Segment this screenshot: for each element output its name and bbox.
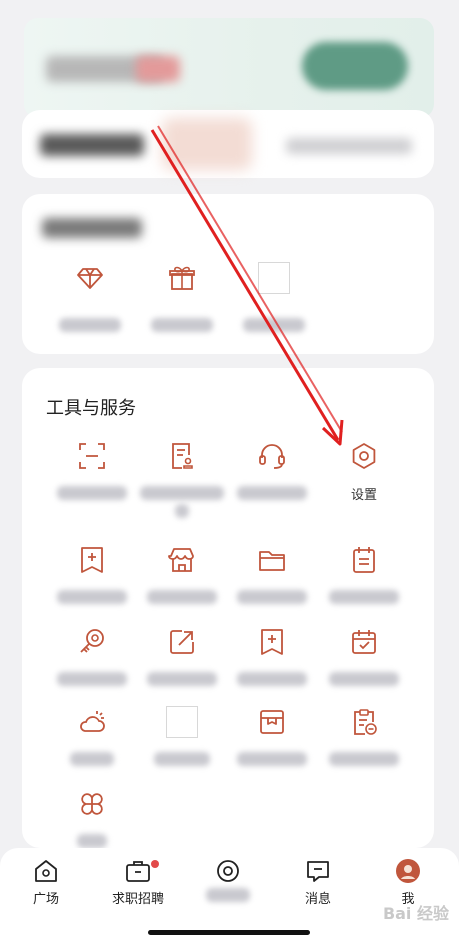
tool-item-scan[interactable] [46,440,138,500]
tool-item-weather[interactable] [46,706,138,766]
briefcase-icon [125,858,151,884]
tools-title: 工具与服务 [46,398,136,419]
benefit-item-diamond[interactable] [52,262,128,332]
resume-icon [166,440,198,472]
home-indicator[interactable] [148,930,310,935]
notification-dot [151,860,159,868]
tool-item-share[interactable] [136,626,228,686]
clipboard-minus-icon [348,706,380,738]
bookmark-add-icon [76,544,108,576]
promo-button[interactable] [302,42,408,90]
tab-messages[interactable]: 消息 [282,858,354,907]
image-placeholder-icon [166,706,198,738]
tab-messages-label: 消息 [304,892,331,907]
weather-icon [76,706,108,738]
message-icon [305,858,331,884]
account-card[interactable] [22,110,434,178]
tool-item-resume[interactable] [136,440,228,518]
tool-item-bookmark-add[interactable] [46,544,138,604]
tab-center-label-blurred [206,888,250,902]
store-icon [166,544,198,576]
tools-card: 工具与服务 设置 [22,368,434,848]
diamond-icon [74,262,106,294]
tool-item-more[interactable] [46,788,138,848]
bookmark-plus-icon [256,626,288,658]
tab-plaza[interactable]: 广场 [10,858,82,907]
folder-icon [256,544,288,576]
avatar-icon [395,858,421,884]
gift-icon [166,262,198,294]
watermark: Bai 经验 [382,904,449,923]
tool-item-key[interactable] [46,626,138,686]
home-icon [33,858,59,884]
tab-center[interactable] [192,858,264,902]
tool-item-notepad[interactable] [318,544,410,604]
box-icon [256,706,288,738]
tool-item-bookmark-add-2[interactable] [226,626,318,686]
target-icon [215,858,241,884]
benefits-title-blurred [42,218,142,238]
tab-jobs[interactable]: 求职招聘 [100,858,176,907]
tab-plaza-label: 广场 [32,892,59,907]
notepad-icon [348,544,380,576]
tool-item-store[interactable] [136,544,228,604]
tool-item-settings[interactable]: 设置 [318,440,410,503]
promo-banner[interactable] [24,18,434,118]
benefit-item-placeholder[interactable] [236,262,312,332]
benefit-item-gift[interactable] [144,262,220,332]
tool-item-placeholder[interactable] [136,706,228,766]
image-placeholder-icon [258,262,290,294]
tab-jobs-label: 求职招聘 [111,892,164,907]
scan-icon [76,440,108,472]
tool-item-clipboard-minus[interactable] [318,706,410,766]
tool-item-box[interactable] [226,706,318,766]
settings-label: 设置 [350,488,377,503]
tool-item-folder[interactable] [226,544,318,604]
key-icon [76,626,108,658]
share-icon [166,626,198,658]
clover-icon [76,788,108,820]
tool-item-calendar-check[interactable] [318,626,410,686]
headset-icon [256,440,288,472]
settings-hexagon-icon [348,440,380,472]
benefits-card [22,194,434,354]
tool-item-service[interactable] [226,440,318,500]
calendar-check-icon [348,626,380,658]
